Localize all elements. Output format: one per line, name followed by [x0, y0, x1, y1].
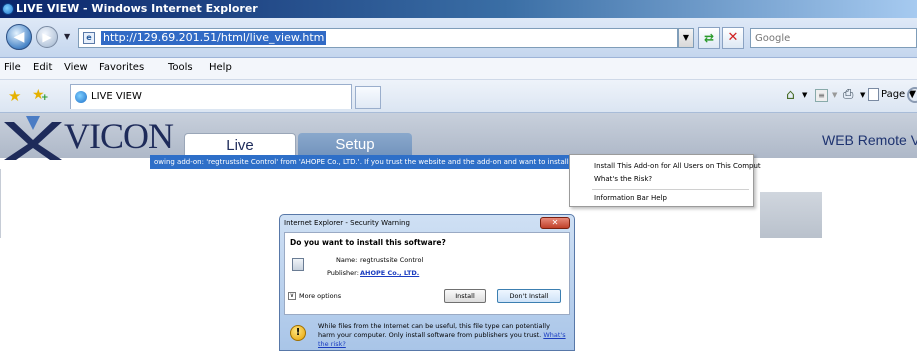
dialog-title: Internet Explorer - Security Warning — [284, 219, 410, 227]
favorites-star-icon[interactable]: ★ — [8, 87, 21, 105]
dialog-question: Do you want to install this software? — [290, 238, 446, 247]
close-icon: ✕ — [551, 218, 559, 227]
dialog-close-button[interactable]: ✕ — [540, 217, 570, 229]
menu-bar: File Edit View Favorites Tools Help — [0, 58, 917, 80]
back-button[interactable]: ◀ — [6, 24, 32, 50]
tab-toolbar: ★ ★ + LIVE VIEW ⌂ ▼ ≡ ▼ ⎙ ▼ Page ▼ — [0, 80, 917, 113]
menu-info-bar-help[interactable]: Information Bar Help — [594, 194, 667, 202]
address-input[interactable]: e http://129.69.201.51/html/live_view.ht… — [78, 28, 678, 48]
add-favorite-icon[interactable]: ★ + — [32, 87, 49, 103]
expand-icon: ∨ — [288, 292, 296, 300]
feeds-icon[interactable]: ≡ — [815, 89, 828, 102]
address-dropdown-button[interactable]: ▼ — [678, 28, 694, 48]
menu-separator — [592, 189, 749, 190]
arrow-right-icon: ▶ — [42, 30, 52, 44]
search-box[interactable] — [750, 28, 917, 48]
chevron-down-icon: ▼ — [682, 33, 690, 42]
window-title: LIVE VIEW - Windows Internet Explorer — [16, 2, 258, 15]
print-dropdown-icon[interactable]: ▼ — [860, 91, 865, 99]
menu-tools[interactable]: Tools — [168, 62, 193, 73]
home-dropdown-icon[interactable]: ▼ — [802, 91, 807, 99]
vicon-logo-mark-icon — [4, 116, 62, 160]
window-title-bar[interactable]: LIVE VIEW - Windows Internet Explorer — [0, 0, 917, 18]
stop-button[interactable]: ✕ — [722, 27, 744, 49]
page-icon: e — [83, 32, 95, 44]
publisher-label: Publisher: — [327, 269, 359, 277]
warning-message: While files from the Internet can be use… — [318, 322, 550, 339]
tools-gear-icon[interactable] — [907, 87, 917, 103]
information-bar[interactable]: owing add-on: 'regtrustsite Control' fro… — [150, 155, 605, 169]
menu-edit[interactable]: Edit — [33, 62, 52, 73]
menu-install-addon[interactable]: Install This Add-on for All Users on Thi… — [594, 162, 761, 170]
video-panel — [760, 192, 822, 238]
more-options-label: More options — [299, 292, 342, 300]
logo-text: VICON — [64, 116, 174, 156]
menu-file[interactable]: File — [4, 62, 21, 73]
page-menu-label: Page — [881, 89, 906, 100]
software-package-icon — [292, 258, 304, 271]
print-icon[interactable]: ⎙ — [843, 87, 853, 102]
feeds-dropdown-icon[interactable]: ▼ — [832, 91, 837, 99]
menu-view[interactable]: View — [64, 62, 88, 73]
ie-logo-icon — [2, 3, 14, 15]
dont-install-button[interactable]: Don't Install — [497, 289, 561, 303]
arrow-left-icon: ◀ — [13, 29, 25, 45]
shield-warning-icon: ! — [290, 325, 306, 341]
address-toolbar: ◀ ▶ ▼ e http://129.69.201.51/html/live_v… — [0, 18, 917, 58]
close-icon: ✕ — [727, 30, 739, 45]
home-icon[interactable]: ⌂ — [786, 87, 795, 103]
forward-button[interactable]: ▶ — [36, 26, 58, 48]
dialog-warning-text: While files from the Internet can be use… — [318, 322, 568, 349]
refresh-icon: ⇄ — [703, 31, 715, 45]
tab-label: LIVE VIEW — [91, 91, 142, 102]
menu-favorites[interactable]: Favorites — [99, 62, 144, 73]
name-label: Name: — [336, 256, 358, 264]
info-bar-context-menu: Install This Add-on for All Users on Thi… — [569, 154, 761, 207]
search-input[interactable] — [751, 29, 916, 47]
install-button[interactable]: Install — [444, 289, 486, 303]
tab-live-view[interactable]: LIVE VIEW — [70, 84, 352, 109]
menu-help[interactable]: Help — [209, 62, 232, 73]
page-menu-icon — [868, 87, 879, 101]
publisher-link[interactable]: AHOPE Co., LTD. — [360, 269, 419, 277]
more-options-toggle[interactable]: ∨ More options — [288, 292, 341, 300]
refresh-button[interactable]: ⇄ — [698, 27, 720, 49]
new-tab-button[interactable] — [355, 86, 381, 109]
address-url[interactable]: http://129.69.201.51/html/live_view.htm — [101, 31, 327, 45]
menu-whats-the-risk[interactable]: What's the Risk? — [594, 175, 652, 183]
recent-pages-dropdown[interactable]: ▼ — [64, 32, 70, 41]
header-title: WEB Remote V — [822, 132, 917, 148]
ie-page-icon — [75, 91, 87, 103]
name-value: regtrustsite Control — [360, 256, 424, 264]
